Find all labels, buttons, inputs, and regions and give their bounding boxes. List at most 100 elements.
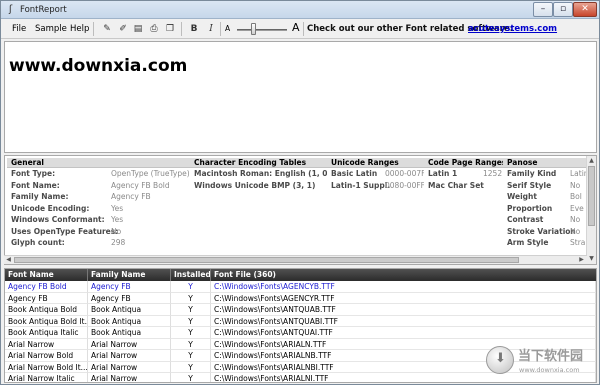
close-button[interactable]: ✕ [573, 2, 597, 17]
scroll-down-icon[interactable]: ▼ [587, 254, 596, 263]
minimize-button[interactable]: – [533, 2, 553, 17]
cell-file: C:\Windows\Fonts\AGENCYB.TTF [211, 281, 596, 293]
cell-family: Book Antiqua [88, 315, 171, 327]
window-title: FontReport [20, 5, 67, 15]
cell-font: Arial Narrow Bold It... [5, 361, 88, 373]
copy-icon[interactable]: ❐ [163, 22, 177, 36]
watermark-subtext: www.downxia.com [519, 366, 580, 374]
general-section: General Font Type: OpenType (TrueType) Fo… [7, 158, 190, 263]
preview-text: www.downxia.com [9, 56, 188, 76]
maximize-button[interactable]: ▫ [553, 2, 573, 17]
info-row: Mac Char Set [428, 180, 484, 190]
general-header: General [7, 158, 190, 168]
cell-font: Book Antiqua Italic [5, 327, 88, 339]
info-row: Weight Bol [507, 192, 582, 201]
watermark-text: 当下软件园 [518, 349, 584, 364]
info-row: Latin 1 1252 [428, 169, 503, 178]
toolbar-separator [220, 22, 221, 36]
table-row[interactable]: Book Antiqua Bold It... Book Antiqua Y C:\W… [5, 315, 596, 327]
cell-font: Arial Narrow [5, 338, 88, 350]
cell-family: Agency FB [88, 281, 171, 293]
column-installed[interactable]: Installed [171, 269, 211, 281]
info-row: Family Name: Agency FB [11, 192, 151, 201]
info-row: Font Name: Agency FB Bold [11, 180, 170, 190]
table-row[interactable]: Book Antiqua Italic Book Antiqua Y C:\Windo… [5, 327, 596, 339]
toolbar-separator [303, 22, 304, 36]
info-row: Serif Style No [507, 180, 581, 190]
cell-font: Book Antiqua Bold It... [5, 315, 88, 327]
info-row: Contrast No [507, 215, 581, 224]
table-row[interactable]: Agency FB Agency FB Y C:\Windows\Fonts\AGEN… [5, 292, 596, 304]
font-preview-pane[interactable]: www.downxia.com [4, 41, 597, 153]
unicode-ranges-header: Unicode Ranges [327, 158, 424, 168]
cell-file: C:\Windows\Fonts\ANTQUABI.TTF [211, 315, 596, 327]
font-app-icon: ʃ [8, 4, 13, 15]
info-vertical-scrollbar[interactable]: ▲ ▼ [586, 156, 596, 264]
cell-font: Arial Narrow Italic [5, 373, 88, 382]
cell-file: C:\Windows\Fonts\AGENCYR.TTF [211, 292, 596, 304]
scroll-left-icon[interactable]: ◀ [4, 256, 13, 264]
highlight-icon[interactable]: ✐ [116, 22, 130, 36]
cell-installed: Y [171, 327, 211, 339]
column-font-name[interactable]: Font Name [5, 269, 88, 281]
cell-installed: Y [171, 315, 211, 327]
info-row: Font Type: OpenType (TrueType) [11, 169, 190, 178]
panose-header: Panose [503, 158, 587, 168]
cell-font: Book Antiqua Bold [5, 304, 88, 316]
cell-family: Book Antiqua [88, 327, 171, 339]
cell-family: Arial Narrow [88, 373, 171, 382]
code-page-header: Code Page Ranges [424, 158, 503, 168]
unicode-ranges-section: Unicode Ranges Basic Latin 0000-007F Lati… [327, 158, 424, 263]
column-family-name[interactable]: Family Name [88, 269, 171, 281]
panose-section: Panose Family Kind Latin Serif Style No We… [503, 158, 587, 263]
cell-file: C:\Windows\Fonts\ANTQUAI.TTF [211, 327, 596, 339]
menu-file[interactable]: File [12, 23, 26, 35]
info-row: Windows Unicode BMP (3, 1) [194, 180, 316, 190]
cell-family: Arial Narrow [88, 350, 171, 362]
cell-installed: Y [171, 350, 211, 362]
bold-button[interactable]: B [187, 22, 201, 36]
list-header: Font Name Family Name Installed Font Fil… [5, 269, 596, 281]
font-size-slider-thumb[interactable] [251, 23, 256, 35]
cell-family: Arial Narrow [88, 338, 171, 350]
font-color-icon[interactable]: ✎ [100, 22, 114, 36]
promo-link[interactable]: acutesystems.com [468, 23, 557, 35]
table-row[interactable]: Agency FB Bold Agency FB Y C:\Windows\Fonts… [5, 281, 596, 293]
font-size-slider-track[interactable] [237, 29, 287, 31]
scroll-thumb[interactable] [588, 166, 595, 226]
scroll-thumb[interactable] [14, 257, 519, 263]
watermark-logo: ⬇ 当下软件园 www.downxia.com [484, 343, 596, 381]
cell-installed: Y [171, 304, 211, 316]
info-row: Macintosh Roman: English (1, 0, 0) [194, 169, 327, 178]
title-bar: ʃ FontReport – ▫ ✕ [1, 1, 599, 19]
cell-font: Agency FB [5, 292, 88, 304]
scroll-up-icon[interactable]: ▲ [587, 156, 596, 165]
cell-family: Book Antiqua [88, 304, 171, 316]
document-icon[interactable]: ▤ [131, 22, 145, 36]
app-window: ʃ FontReport – ▫ ✕ File Sample Help ✎ ✐ … [0, 0, 600, 385]
info-row: Arm Style Stra [507, 238, 586, 247]
info-row: Proportion Eve [507, 203, 584, 213]
cell-font: Arial Narrow Bold [5, 350, 88, 362]
encoding-section: Character Encoding Tables Macintosh Roma… [190, 158, 327, 263]
info-row: Windows Conformant: Yes [11, 215, 124, 224]
italic-button[interactable]: I [204, 22, 218, 36]
toolbar-separator [93, 22, 94, 36]
scroll-right-icon[interactable]: ▶ [577, 256, 586, 264]
encoding-header: Character Encoding Tables [190, 158, 327, 168]
print-icon[interactable]: ⎙ [147, 22, 161, 36]
cell-installed: Y [171, 281, 211, 293]
menu-toolbar: File Sample Help ✎ ✐ ▤ ⎙ ❐ B I A A Check… [1, 19, 599, 39]
download-arrow-icon: ⬇ [495, 351, 506, 366]
cell-family: Arial Narrow [88, 361, 171, 373]
info-row: Basic Latin 0000-007F [331, 169, 424, 178]
menu-help[interactable]: Help [70, 23, 89, 35]
menu-sample[interactable]: Sample [35, 23, 67, 35]
font-size-large-label: A [292, 21, 300, 34]
cell-family: Agency FB [88, 292, 171, 304]
column-font-file[interactable]: Font File (360) [211, 269, 596, 281]
info-horizontal-scrollbar[interactable]: ◀ ▶ [4, 255, 587, 264]
cell-installed: Y [171, 361, 211, 373]
cell-font: Agency FB Bold [5, 281, 88, 293]
table-row[interactable]: Book Antiqua Bold Book Antiqua Y C:\Windows… [5, 304, 596, 316]
